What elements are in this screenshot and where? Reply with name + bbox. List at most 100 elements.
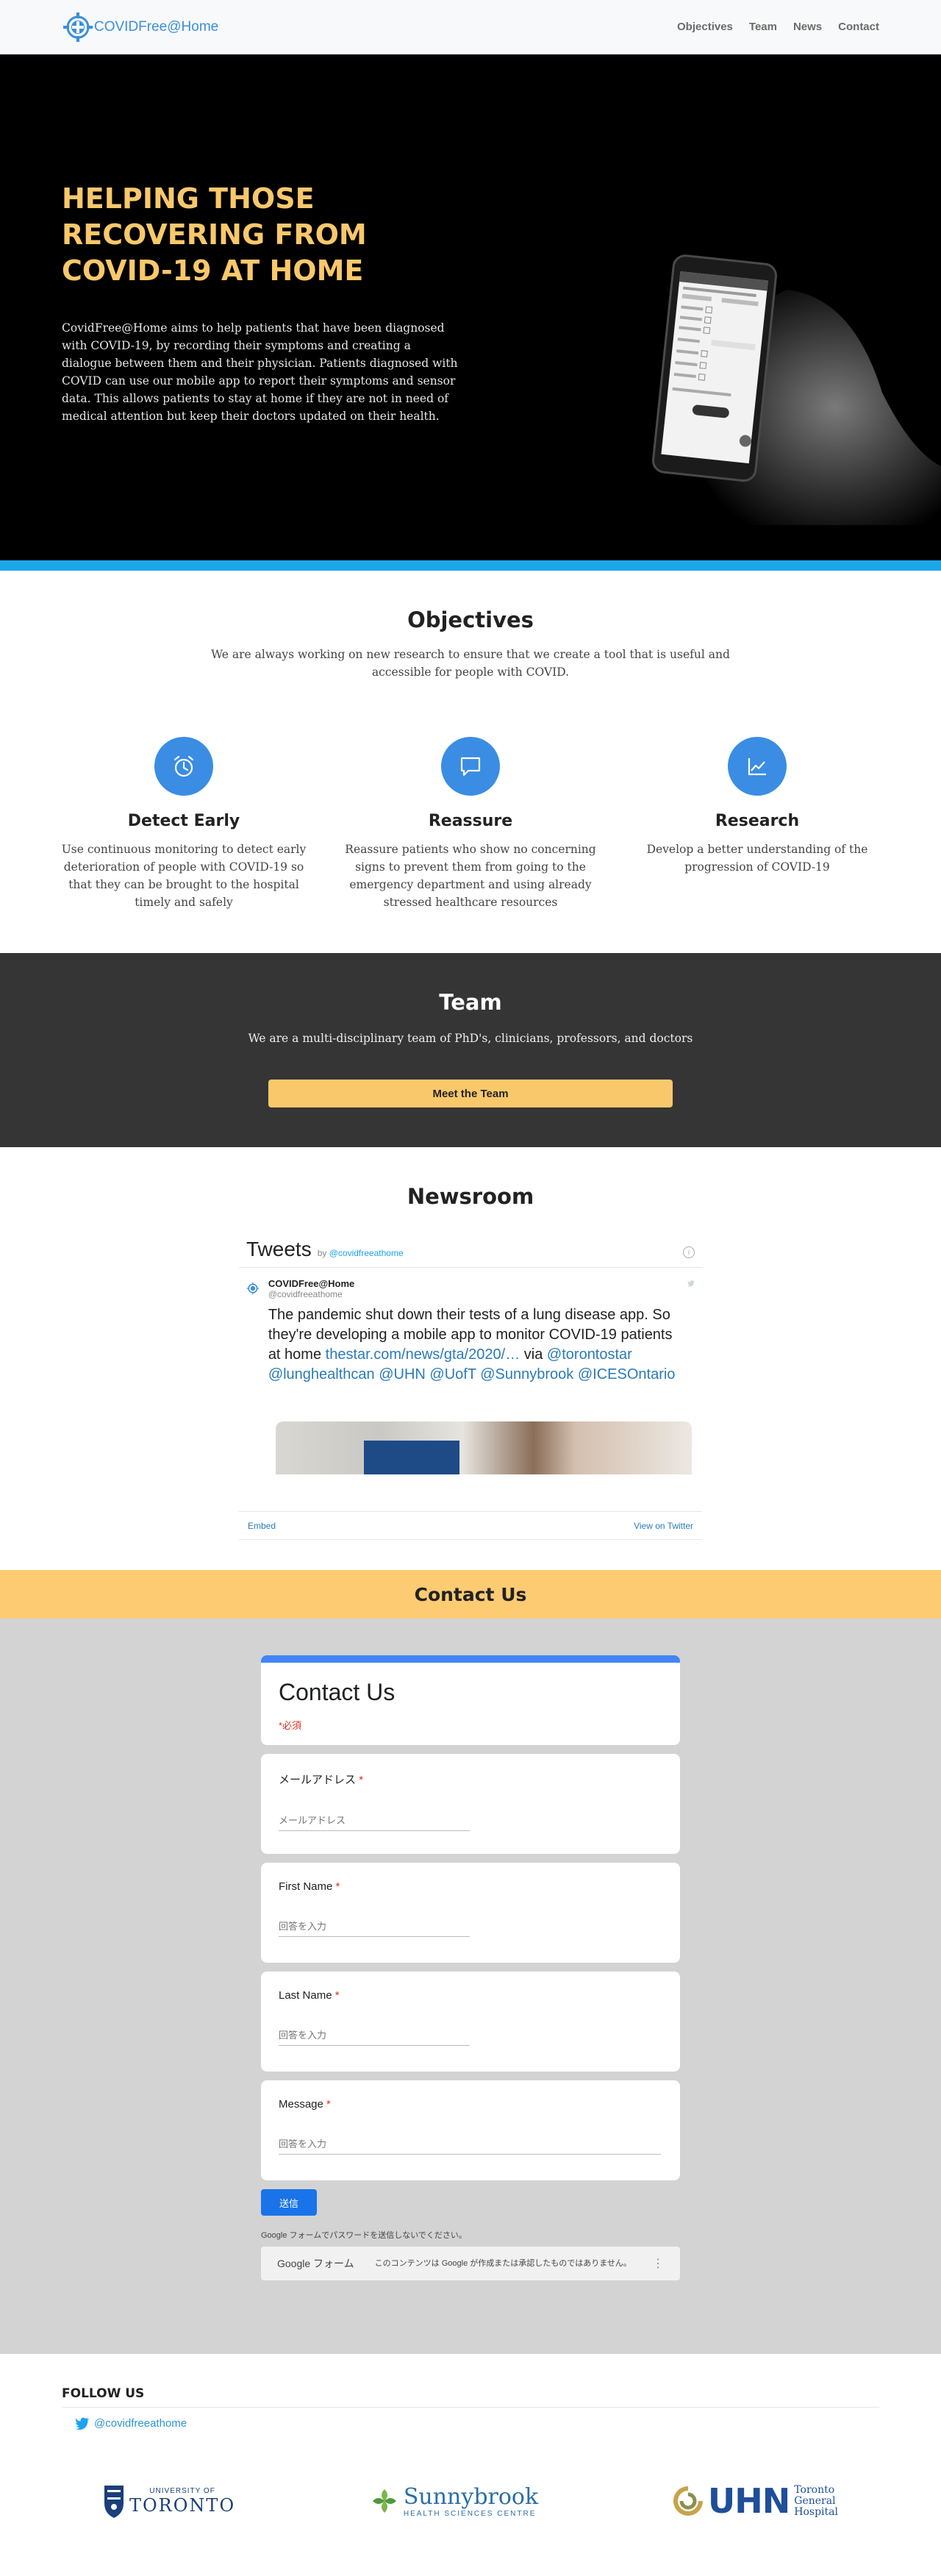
question-label: メールアドレス * [279,1772,662,1787]
brand-link[interactable]: COVIDFree@Home [62,11,218,43]
uhn-swirl-icon [673,2486,703,2516]
objectives-subtitle: We are always working on new research to… [211,648,730,679]
objective-title: Research [715,812,800,830]
objective-card-research: Research Develop a better understanding … [625,737,890,911]
objectives-title: Objectives [407,607,534,632]
objective-text: Reassure patients who show no concerning… [345,843,596,909]
sunnybrook-wordmark: Sunnybrook HEALTH SCIENCES CENTRE [404,2484,538,2518]
uoft-logo[interactable]: UNIVERSITY OF TORONTO [103,2483,235,2519]
tweet: COVIDFree@Home @covidfreeathome The pand… [239,1268,702,1385]
alarm-clock-icon [173,755,194,777]
tweets-by-handle[interactable]: @covidfreeathome [329,1248,404,1258]
required-star: * [334,1989,340,2002]
hero-title: HELPING THOSE RECOVERING FROM COVID-19 A… [62,182,367,287]
question-label: Message * [279,2098,662,2111]
form-header-card: Contact Us *必須 [261,1655,680,1745]
tgh-line-2: General [794,2494,836,2507]
twitter-follow-link[interactable]: @covidfreeathome [75,2416,879,2430]
tweet-via: via [520,1346,547,1363]
brand-name: COVIDFree@Home [94,18,219,35]
navbar: COVIDFree@Home Objectives Team News Cont… [0,0,941,54]
question-message: Message * [261,2080,680,2180]
objective-icon-circle [441,737,500,796]
objective-card-reassure: Reassure Reassure patients who show no c… [338,737,603,911]
twitter-bird-icon[interactable] [687,1278,695,1288]
nav-links: Objectives Team News Contact [677,21,879,33]
google-form: Contact Us *必須 メールアドレス * First Name * La… [261,1655,680,2280]
contact-section: Contact Us *必須 メールアドレス * First Name * La… [0,1619,941,2354]
sunnybrook-subtitle: HEALTH SCIENCES CENTRE [403,2510,537,2518]
last-name-field[interactable] [279,2027,470,2046]
uhn-text: UHN [707,2481,790,2521]
tweet-author-name[interactable]: COVIDFree@Home [268,1278,687,1289]
contact-title: Contact Us [414,1583,527,1605]
hand-holding-phone-image [651,254,941,525]
nav-link-contact[interactable]: Contact [838,21,879,33]
objective-title: Reassure [428,812,513,830]
sunnybrook-leaf-icon [372,2489,396,2513]
team-title: Team [439,990,502,1015]
objective-text: Develop a better understanding of the pr… [646,843,868,874]
question-label: Last Name * [279,1989,662,2002]
hero-section: HELPING THOSE RECOVERING FROM COVID-19 A… [0,54,941,560]
meet-the-team-button[interactable]: Meet the Team [268,1080,673,1107]
question-label-text: メールアドレス [279,1774,357,1786]
tweet-author-handle[interactable]: @covidfreeathome [268,1289,687,1299]
twitter-timeline-widget[interactable]: Tweets by @covidfreeathome i COVIDFree@H… [239,1238,702,1540]
tgh-text: Toronto General Hospital [794,2484,838,2518]
hero-accent-strip [0,560,941,571]
uoft-crest-icon [104,2486,124,2518]
partner-logos: UNIVERSITY OF TORONTO Sunnybrook HEALTH … [62,2481,879,2521]
more-options-icon[interactable]: ⋮ [652,2256,664,2271]
tweet-link[interactable]: thestar.com/news/gta/2020/… [326,1346,520,1363]
newsroom-section: Newsroom Tweets by @covidfreeathome i CO… [0,1147,941,1570]
nav-link-team[interactable]: Team [749,21,777,33]
required-note: *必須 [279,1720,302,1731]
sunnybrook-logo[interactable]: Sunnybrook HEALTH SCIENCES CENTRE [370,2484,538,2518]
tweet-image-monitor [364,1441,459,1474]
required-star: * [326,2098,331,2111]
objective-card-detect-early: Detect Early Use continuous monitoring t… [51,737,316,911]
footer: FOLLOW US @covidfreeathome UNIVERSITY OF… [0,2354,941,2575]
question-first-name: First Name * [261,1863,680,1963]
objective-icon-circle [154,737,213,796]
required-star: * [335,1880,340,1893]
contact-header-bar: Contact Us [0,1570,941,1619]
nav-link-news[interactable]: News [793,21,822,33]
newsroom-title: Newsroom [407,1184,534,1209]
form-title: Contact Us [279,1679,396,1705]
twitter-widget-header: Tweets by @covidfreeathome i [239,1238,702,1268]
follow-us-heading: FOLLOW US [62,2386,879,2408]
first-name-field[interactable] [279,1918,470,1937]
virus-logo-icon [63,12,93,42]
hero-text: CovidFree@Home aims to help patients tha… [62,321,458,423]
tweet-image[interactable] [276,1421,692,1474]
submit-button[interactable]: 送信 [261,2189,317,2216]
chart-line-icon [748,758,766,776]
google-forms-footer: Google フォーム このコンテンツは Google が作成または承認したもの… [261,2247,680,2280]
question-label-text: First Name [279,1880,333,1893]
tweet-text: The pandemic shut down their tests of a … [268,1305,687,1385]
password-warning: Google フォームでパスワードを送信しないでください。 [261,2231,467,2240]
info-icon[interactable]: i [683,1246,695,1258]
nav-link-objectives[interactable]: Objectives [677,21,733,33]
question-last-name: Last Name * [261,1972,680,2072]
question-label-text: Last Name [279,1989,332,2002]
objective-icon-circle [728,737,787,796]
objective-title: Detect Early [127,812,240,830]
objectives-cards: Detect Early Use continuous monitoring t… [51,737,890,911]
tweets-by-word: by [317,1248,327,1258]
message-field[interactable] [279,2136,661,2155]
embed-link[interactable]: Embed [248,1521,276,1531]
avatar[interactable] [246,1278,260,1299]
team-subtitle: We are a multi-disciplinary team of PhD'… [248,1032,693,1045]
uhn-tgh-logo[interactable]: UHN Toronto General Hospital [673,2481,838,2521]
question-label: First Name * [279,1880,662,1893]
google-forms-brand[interactable]: Google フォーム [277,2256,354,2271]
tgh-line-3: Hospital [794,2505,838,2518]
view-on-twitter-link[interactable]: View on Twitter [634,1521,693,1531]
question-email: メールアドレス * [261,1754,680,1854]
question-label-text: Message [279,2098,323,2111]
email-field[interactable] [279,1812,470,1831]
twitter-handle: @covidfreeathome [94,2416,187,2430]
